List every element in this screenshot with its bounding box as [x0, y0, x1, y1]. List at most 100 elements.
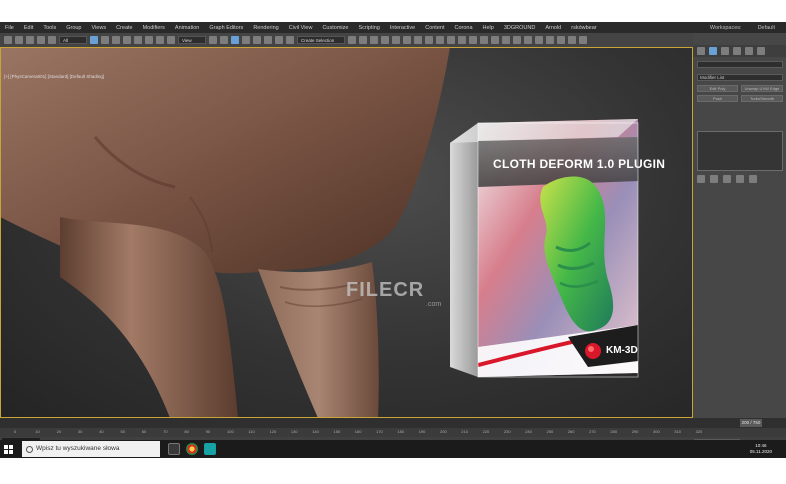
time-slider[interactable]: 200 / 750 — [0, 418, 786, 428]
menu-corona[interactable]: Corona — [449, 25, 477, 31]
taskbar-search-box[interactable]: Wpisz tu wyszukiwane słowa — [22, 441, 160, 457]
menu-user[interactable]: rskówbear — [566, 25, 601, 31]
menu-3dground[interactable]: 3DGROUND — [499, 25, 540, 31]
move-icon[interactable] — [134, 36, 142, 44]
pivot-icon[interactable] — [209, 36, 217, 44]
menu-interactive[interactable]: Interactive — [385, 25, 420, 31]
curve-editor-icon[interactable] — [403, 36, 411, 44]
edit-named-selection-icon[interactable] — [286, 36, 294, 44]
menu-graph-editors[interactable]: Graph Editors — [204, 25, 248, 31]
select-by-name-icon[interactable] — [101, 36, 109, 44]
schematic-view-icon[interactable] — [414, 36, 422, 44]
object-name-field[interactable] — [697, 61, 783, 68]
corona-material-icon[interactable] — [513, 36, 521, 44]
hierarchy-tab-icon[interactable] — [721, 47, 729, 55]
modifier-list-dropdown[interactable]: Modifier List — [697, 74, 783, 81]
corona-framebuffer-icon[interactable] — [502, 36, 510, 44]
remove-modifier-icon[interactable] — [736, 175, 744, 183]
ruler-tick-label: 30 — [77, 429, 83, 434]
undo-icon[interactable] — [4, 36, 12, 44]
turbosmooth-button[interactable]: TurboSmooth — [741, 95, 783, 102]
rendered-frame-window-icon[interactable] — [447, 36, 455, 44]
mirror-icon[interactable] — [348, 36, 356, 44]
placement-icon[interactable] — [167, 36, 175, 44]
menu-content[interactable]: Content — [420, 25, 449, 31]
menu-views[interactable]: Views — [87, 25, 112, 31]
track-bar[interactable]: 0 10 20 30 40 50 60 70 80 90 100 110 120 130 140 150 160… — [0, 428, 786, 437]
corona-scatter-icon[interactable] — [557, 36, 565, 44]
utilities-tab-icon[interactable] — [757, 47, 765, 55]
keyboard-shortcut-icon[interactable] — [231, 36, 239, 44]
ribbon-icon[interactable] — [392, 36, 400, 44]
menu-animation[interactable]: Animation — [170, 25, 204, 31]
create-tab-icon[interactable] — [697, 47, 705, 55]
time-slider-handle[interactable]: 200 / 750 — [740, 419, 762, 427]
workspaces-dropdown[interactable]: Default — [753, 25, 780, 31]
select-object-icon[interactable] — [90, 36, 98, 44]
align-icon[interactable] — [359, 36, 367, 44]
warning-icon[interactable] — [480, 36, 488, 44]
menu-file[interactable]: File — [0, 25, 19, 31]
display-tab-icon[interactable] — [745, 47, 753, 55]
scene-explorer-icon[interactable] — [370, 36, 378, 44]
menu-edit[interactable]: Edit — [19, 25, 38, 31]
menu-group[interactable]: Group — [61, 25, 86, 31]
menu-help[interactable]: Help — [478, 25, 499, 31]
named-selection-sets-dropdown[interactable]: Create Selection Se — [297, 36, 345, 51]
task-view-icon[interactable] — [168, 443, 180, 455]
corona-render-icon[interactable] — [491, 36, 499, 44]
system-clock[interactable]: 10:46 05.11.2020 — [750, 443, 772, 455]
menu-civil-view[interactable]: Civil View — [284, 25, 318, 31]
rectangular-selection-icon[interactable] — [112, 36, 120, 44]
modify-tab-icon[interactable] — [709, 47, 717, 55]
redo-icon[interactable] — [15, 36, 23, 44]
3dsmax-taskbar-icon[interactable] — [204, 443, 216, 455]
snaps-toggle-icon[interactable] — [242, 36, 250, 44]
product-brand: KM-3D — [606, 345, 638, 356]
angle-snap-icon[interactable] — [253, 36, 261, 44]
rotate-icon[interactable] — [145, 36, 153, 44]
reference-coordinate-dropdown[interactable]: View — [178, 36, 206, 44]
pin-stack-icon[interactable] — [697, 175, 705, 183]
motion-tab-icon[interactable] — [733, 47, 741, 55]
unlink-icon[interactable] — [37, 36, 45, 44]
show-end-result-icon[interactable] — [710, 175, 718, 183]
bind-space-warp-icon[interactable] — [48, 36, 56, 44]
ruler-tick-label: 300 — [653, 429, 660, 434]
windows-start-icon[interactable] — [4, 445, 13, 454]
link-icon[interactable] — [26, 36, 34, 44]
menu-customize[interactable]: Customize — [317, 25, 353, 31]
menu-arnold[interactable]: Arnold — [540, 25, 566, 31]
selection-filter-dropdown[interactable]: All — [59, 36, 87, 44]
render-setup-icon[interactable] — [436, 36, 444, 44]
chrome-icon[interactable] — [186, 443, 198, 455]
menu-scripting[interactable]: Scripting — [353, 25, 384, 31]
edit-poly-button[interactable]: Edit Poly — [697, 85, 738, 92]
unwrap-button[interactable]: Unwrap UVW Edge — [741, 85, 783, 92]
make-unique-icon[interactable] — [723, 175, 731, 183]
window-crossing-icon[interactable] — [123, 36, 131, 44]
render-production-icon[interactable] — [458, 36, 466, 44]
modifier-stack[interactable] — [697, 131, 783, 171]
menu-create[interactable]: Create — [111, 25, 138, 31]
corona-converter-icon[interactable] — [579, 36, 587, 44]
menu-tools[interactable]: Tools — [38, 25, 61, 31]
corona-sun-icon[interactable] — [568, 36, 576, 44]
push-button[interactable]: Push — [697, 95, 738, 102]
select-manipulate-icon[interactable] — [220, 36, 228, 44]
menu-rendering[interactable]: Rendering — [248, 25, 283, 31]
material-editor-icon[interactable] — [425, 36, 433, 44]
corona-camera-icon[interactable] — [535, 36, 543, 44]
percent-snap-icon[interactable] — [264, 36, 272, 44]
render-iterative-icon[interactable] — [469, 36, 477, 44]
configure-modifier-sets-icon[interactable] — [749, 175, 757, 183]
spinner-snap-icon[interactable] — [275, 36, 283, 44]
viewport-label[interactable]: [+] [PhysCamera001] [Standard] [Default … — [4, 74, 104, 79]
main-toolbar: All View Create Selection Se — [0, 33, 696, 51]
menu-modifiers[interactable]: Modifiers — [138, 25, 170, 31]
corona-proxy-icon[interactable] — [546, 36, 554, 44]
layer-explorer-icon[interactable] — [381, 36, 389, 44]
ruler-tick-label: 110 — [248, 429, 255, 434]
corona-light-icon[interactable] — [524, 36, 532, 44]
scale-icon[interactable] — [156, 36, 164, 44]
